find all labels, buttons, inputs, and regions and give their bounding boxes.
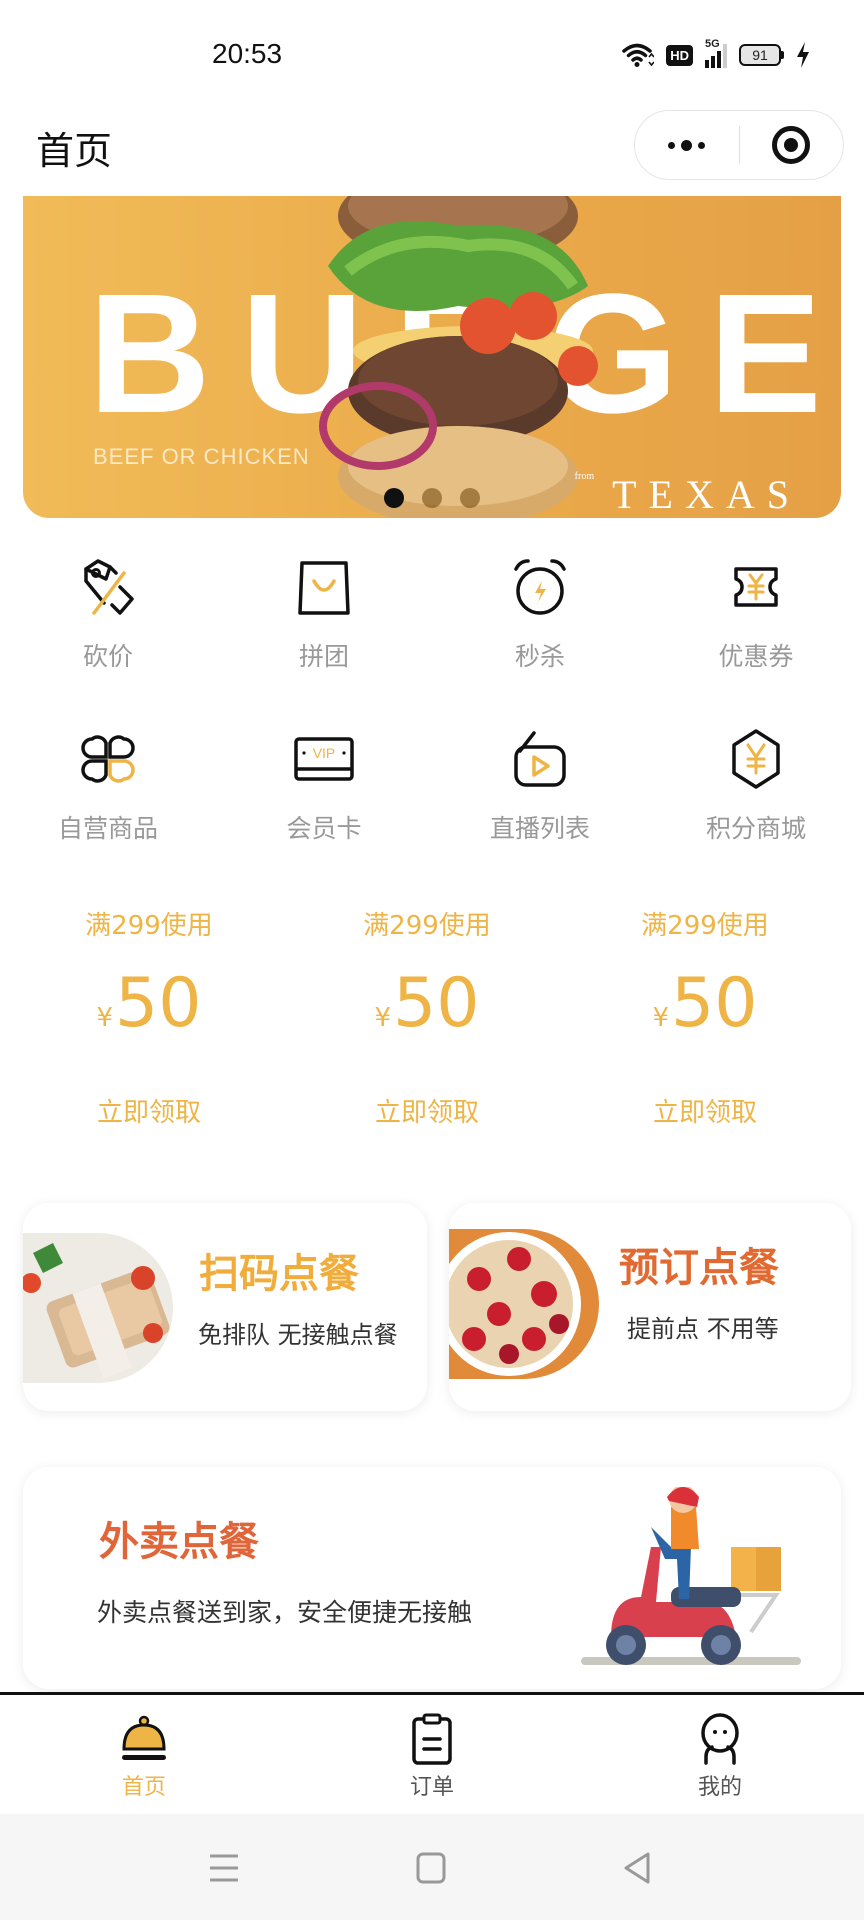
grid-item-label: 拼团 [298,642,349,671]
points-mall-icon [732,729,780,789]
tab-label: 我的 [697,1775,742,1800]
banner-subtitle: BEEF OR CHICKEN [93,444,310,469]
battery-icon: 91 [739,44,784,66]
grid-item-self-operated[interactable]: 自营商品 [0,727,216,899]
coupon-condition: 满299使用 [85,911,213,941]
coupon-item: 满299使用 ¥50 立即领取 [566,905,844,1129]
fruit-bowl-image [449,1229,599,1379]
carousel-dot[interactable] [384,488,404,508]
carousel-indicators [23,488,841,508]
status-time: 20:53 [212,38,283,69]
live-tv-icon [514,731,566,787]
carousel-dot[interactable] [422,488,442,508]
coupon-item: 满299使用 ¥50 立即领取 [288,905,566,1129]
grid-item-group-buy[interactable]: 拼团 [216,555,432,727]
status-icons: HD 5G 91 [622,38,810,68]
grid-item-vip-card[interactable]: VIP 会员卡 [216,727,432,899]
claim-coupon-button[interactable]: 立即领取 [653,1092,757,1129]
claim-coupon-button[interactable]: 立即领取 [97,1092,201,1129]
back-triangle-icon[interactable] [622,1852,652,1884]
coupon-condition: 满299使用 [363,911,491,941]
nav-header: 首页 [0,100,864,192]
card-title: 外卖点餐 [99,1519,259,1565]
grid-item-points-mall[interactable]: 积分商城 [648,727,864,899]
coupon-icon [734,567,778,607]
tab-home[interactable]: 首页 [0,1695,288,1814]
grid-item-live-list[interactable]: 直播列表 [432,727,648,899]
vip-card-icon: VIP [294,737,354,781]
shopping-bag-icon [298,561,350,615]
tab-orders[interactable]: 订单 [288,1695,576,1814]
sandwich-image [23,1233,173,1383]
tab-label: 首页 [121,1775,166,1800]
grid-item-label: 优惠券 [718,642,794,671]
charging-icon [797,42,809,68]
coupon-amount: ¥50 [96,964,202,1043]
card-description: 外卖点餐送到家，安全便捷无接触 [97,1598,473,1627]
scan-order-card[interactable]: 扫码点餐 免排队 无接触点餐 [23,1203,427,1411]
carousel-dot[interactable] [460,488,480,508]
more-dot-icon [668,141,676,149]
system-navigation-bar [0,1814,864,1920]
feature-grid-row: 砍价 拼团 秒杀 优惠券 [0,555,864,727]
grid-item-label: 自营商品 [57,814,158,843]
banner-carousel[interactable]: BURGER BEEF OR CHICKEN fromTEXAS [23,196,841,518]
hd-icon: HD [666,44,693,66]
status-bar: 20:53 HD 5G 91 [0,0,864,100]
delivery-order-card[interactable]: 外卖点餐 外卖点餐送到家，安全便捷无接触 [23,1467,841,1689]
delivery-scooter-illustration [581,1487,801,1665]
grid-item-label: 直播列表 [489,814,590,843]
mini-program-capsule [634,110,844,180]
grid-item-bargain[interactable]: 砍价 [0,555,216,727]
page-title: 首页 [36,129,113,173]
card-description: 免排队 无接触点餐 [198,1321,398,1349]
grid-item-label: 积分商城 [705,814,806,843]
wifi-icon [622,43,655,67]
more-dot-icon [698,141,706,149]
grid-item-label: 砍价 [82,642,133,671]
reserve-order-card[interactable]: 预订点餐 提前点 不用等 [449,1203,851,1411]
coupon-condition: 满299使用 [641,911,769,941]
alarm-clock-icon [514,559,566,615]
feature-grid-row: 自营商品 VIP 会员卡 直播列表 积分商城 [0,727,864,899]
feature-grid: 砍价 拼团 秒杀 优惠券 自营商品 VIP 会员卡 直播列表 积分商城 [0,555,864,899]
card-description: 提前点 不用等 [627,1315,779,1343]
close-button[interactable] [740,126,844,164]
coupon-list: 满299使用 ¥50 立即领取 满299使用 ¥50 立即领取 满299使用 ¥… [0,905,864,1129]
clover-grid-icon [81,735,135,783]
user-face-icon [701,1713,739,1765]
burger-illustration [319,196,598,518]
tab-label: 订单 [409,1775,454,1800]
grid-item-label: 会员卡 [286,814,362,843]
coupon-amount: ¥50 [374,964,480,1043]
claim-coupon-button[interactable]: 立即领取 [375,1092,479,1129]
svg-text:VIP: VIP [313,745,336,761]
coupon-amount: ¥50 [652,964,758,1043]
more-dot-icon [681,139,693,151]
signal-5g-icon: 5G [705,38,727,68]
bottom-tab-bar: 首页 订单 我的 [0,1692,864,1814]
grid-item-flash-sale[interactable]: 秒杀 [432,555,648,727]
target-close-icon [772,126,811,164]
card-title: 扫码点餐 [199,1251,359,1297]
more-button[interactable] [635,139,739,151]
battery-level: 91 [739,44,781,66]
menu-icon[interactable] [208,1852,240,1884]
tab-profile[interactable]: 我的 [576,1695,864,1814]
clipboard-icon [412,1713,452,1765]
home-square-icon[interactable] [416,1852,446,1884]
grid-item-coupon[interactable]: 优惠券 [648,555,864,727]
food-cloche-icon [122,1715,166,1760]
coupon-item: 满299使用 ¥50 立即领取 [10,905,288,1129]
grid-item-label: 秒杀 [514,642,565,671]
card-title: 预订点餐 [619,1245,779,1291]
price-tag-icon [84,559,134,615]
